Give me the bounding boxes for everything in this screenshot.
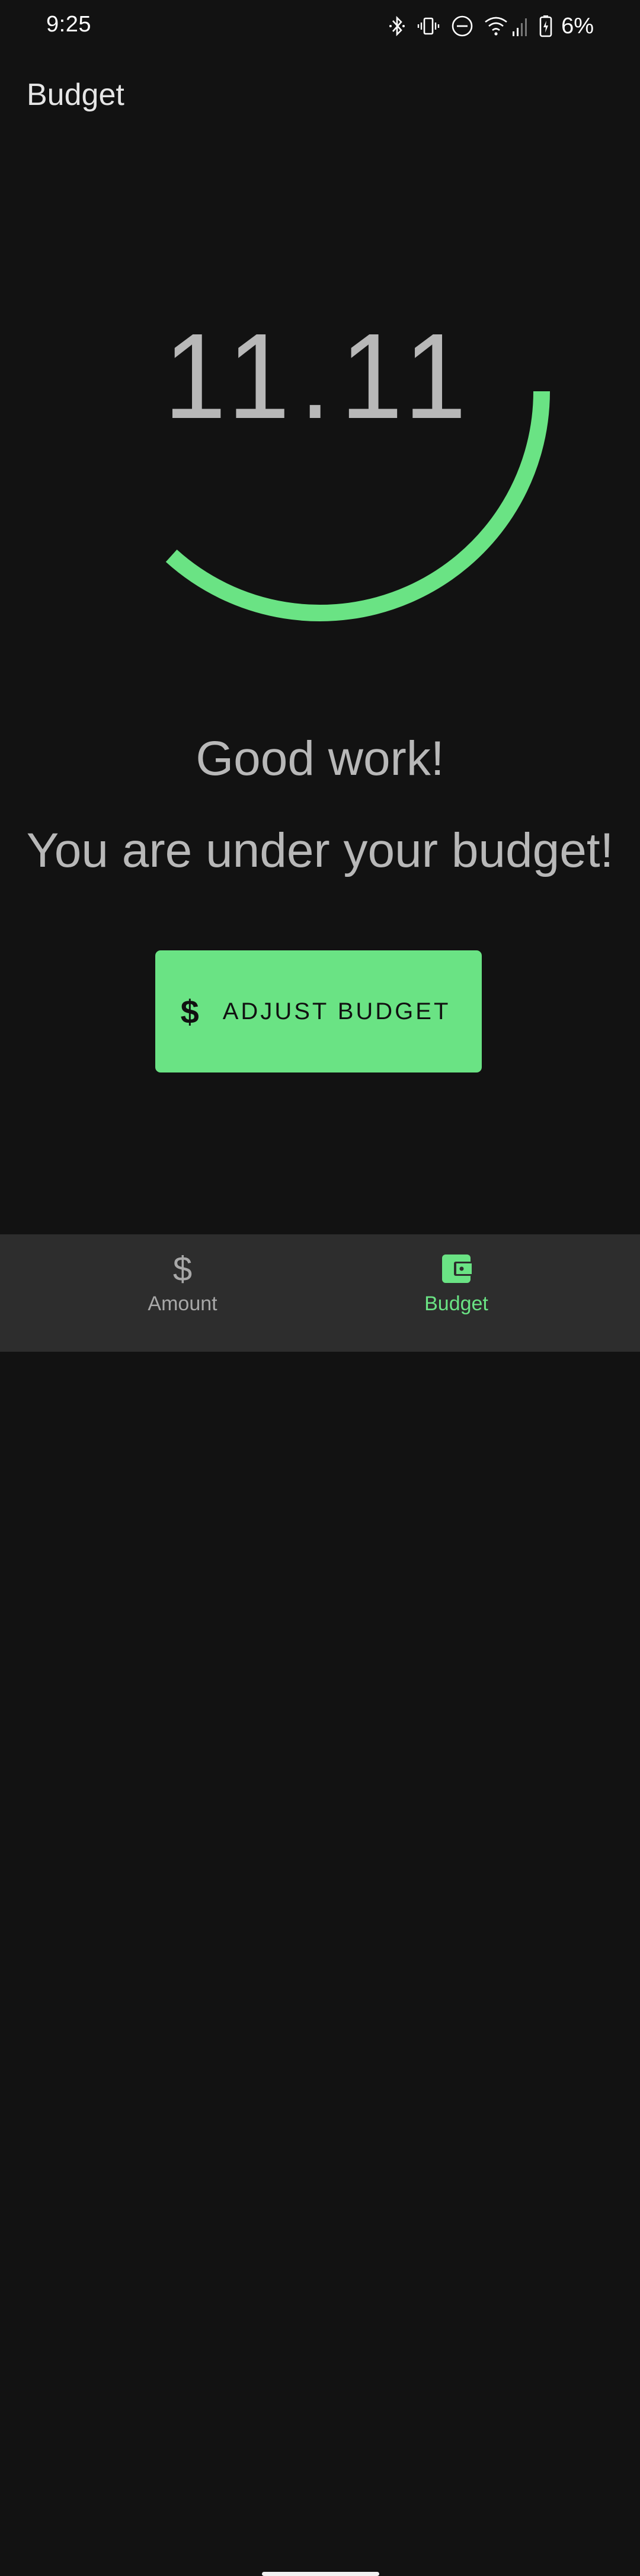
wallet-icon [441,1251,472,1287]
home-indicator[interactable] [262,2572,379,2576]
nav-item-budget[interactable]: Budget [367,1234,545,1323]
nav-label-amount: Amount [148,1292,217,1315]
bottom-navigation: $ Amount Budget [0,1234,640,2576]
nav-item-amount[interactable]: $ Amount [94,1234,271,1323]
status-headline: Good work! [196,732,444,786]
adjust-budget-label: ADJUST BUDGET [222,998,451,1024]
dollar-icon: $ [172,1249,193,1288]
dollar-icon: $ [180,992,199,1030]
nav-label-budget: Budget [424,1292,488,1315]
gauge-value: 11.11 [164,308,476,444]
status-subline: You are under your budget! [26,823,614,877]
budget-gauge: 11.11 [0,0,640,652]
adjust-budget-button[interactable]: $ ADJUST BUDGET [155,950,482,1072]
